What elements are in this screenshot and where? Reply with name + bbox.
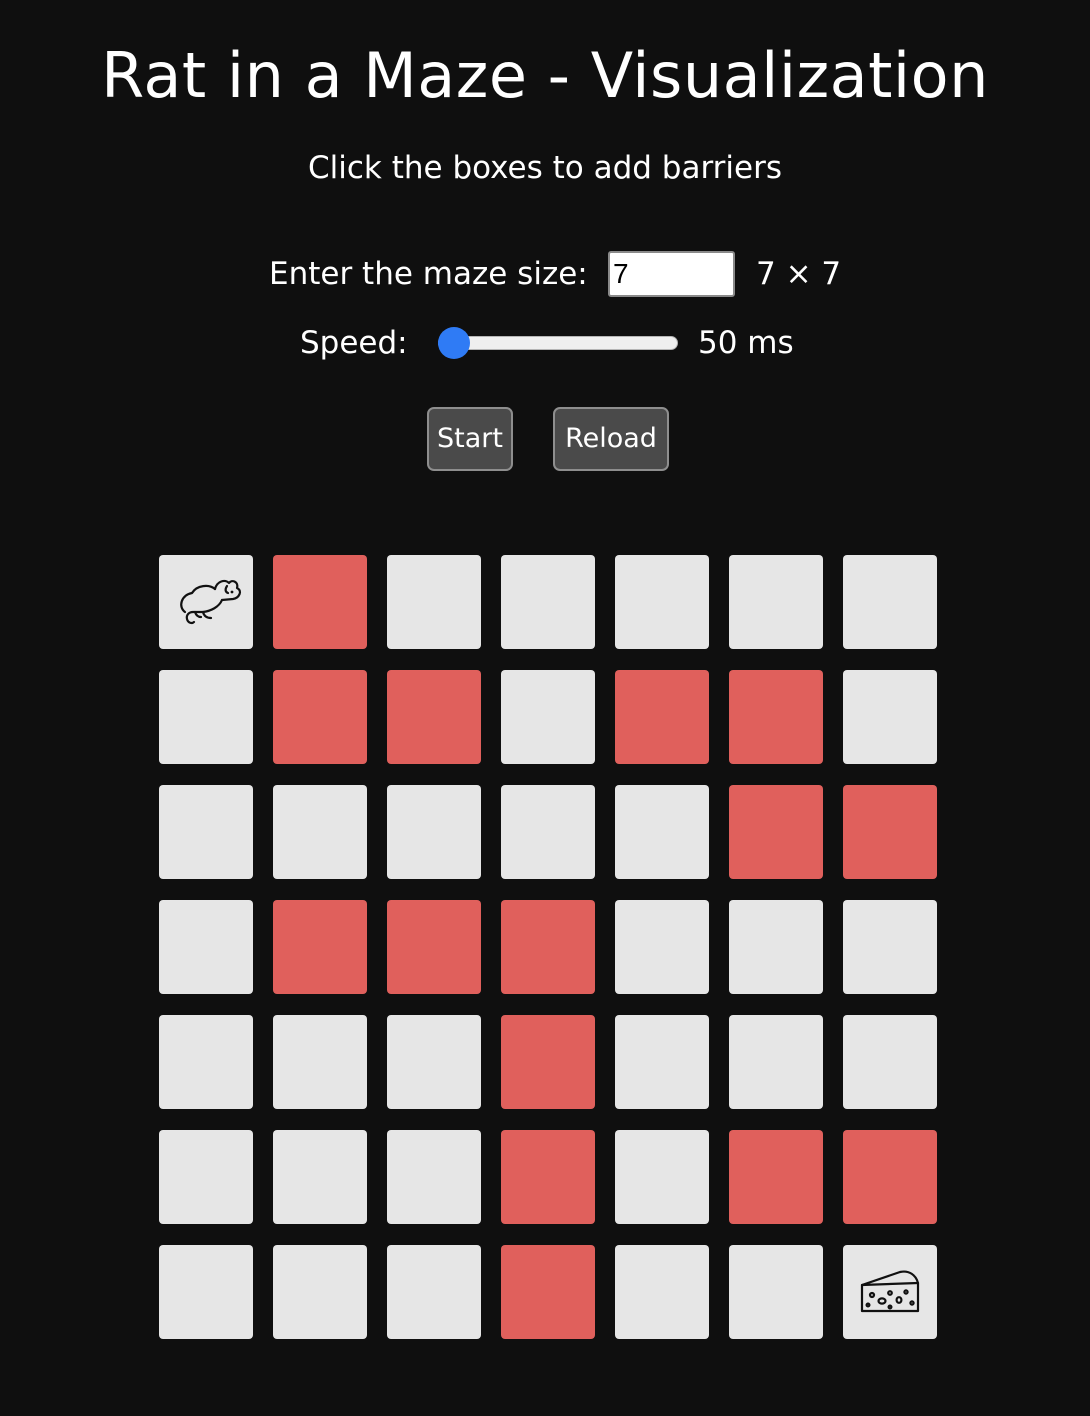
page: Rat in a Maze - Visualization Click the … [0,0,1090,1416]
maze-cell-barrier[interactable] [387,900,481,994]
speed-row: Speed: 50 ms [0,318,1090,368]
maze-cell-barrier[interactable] [387,670,481,764]
maze-cell-open[interactable] [387,555,481,649]
maze-cell-barrier[interactable] [501,1015,595,1109]
maze-cell-open[interactable] [729,555,823,649]
maze-cell-open[interactable] [501,670,595,764]
maze-cell-open[interactable] [501,785,595,879]
maze-cell-open[interactable] [729,1015,823,1109]
speed-slider-thumb[interactable] [438,327,470,359]
maze-cell-open[interactable] [615,1245,709,1339]
maze-cell-open[interactable] [387,1015,481,1109]
maze-size-input[interactable] [608,251,735,297]
maze-cell-barrier[interactable] [501,900,595,994]
cheese-icon [843,1245,937,1339]
maze-cell-barrier[interactable] [843,1130,937,1224]
maze-cell-open[interactable] [273,1015,367,1109]
maze-cell-open[interactable] [387,785,481,879]
maze-cell-barrier[interactable] [273,555,367,649]
maze-cell-open[interactable] [615,555,709,649]
maze-cell-open[interactable] [273,1245,367,1339]
maze-cell-barrier[interactable] [273,900,367,994]
maze-cell-open[interactable] [159,1130,253,1224]
maze-grid [159,555,937,1339]
maze-size-display: 7 × 7 [756,256,842,292]
start-button[interactable]: Start [427,407,513,471]
maze-cell-barrier[interactable] [729,1130,823,1224]
maze-cell-barrier[interactable] [843,785,937,879]
maze-cell-open[interactable] [615,1130,709,1224]
maze-cell-open[interactable] [501,555,595,649]
maze-cell-barrier[interactable] [615,670,709,764]
speed-slider-track[interactable] [438,336,678,350]
maze-cell-open[interactable] [843,555,937,649]
maze-cell-open[interactable] [729,1245,823,1339]
maze-cell-open[interactable] [159,900,253,994]
page-subtitle: Click the boxes to add barriers [308,150,782,186]
maze-cell-open[interactable] [159,785,253,879]
maze-cell-open[interactable] [159,670,253,764]
maze-cell-open[interactable] [159,1245,253,1339]
maze-cell-open[interactable] [387,1245,481,1339]
maze-cell-open[interactable] [843,670,937,764]
maze-cell-open[interactable] [843,900,937,994]
reload-button[interactable]: Reload [553,407,669,471]
maze-cell-open[interactable] [387,1130,481,1224]
maze-cell-open[interactable] [159,1015,253,1109]
maze-cell-open[interactable] [843,1015,937,1109]
maze-cell-open[interactable] [729,900,823,994]
maze-cell-barrier[interactable] [273,670,367,764]
maze-cell-open[interactable] [273,785,367,879]
maze-cell-open[interactable] [615,1015,709,1109]
maze-cell-goal[interactable] [843,1245,937,1339]
maze-size-row: Enter the maze size: 7 × 7 [0,248,1090,300]
maze-cell-open[interactable] [273,1130,367,1224]
maze-cell-barrier[interactable] [729,670,823,764]
maze-cell-barrier[interactable] [501,1245,595,1339]
maze-cell-open[interactable] [615,785,709,879]
speed-slider[interactable] [438,327,678,359]
page-title: Rat in a Maze - Visualization [101,39,989,112]
speed-value: 50 ms [698,325,794,361]
maze-cell-barrier[interactable] [729,785,823,879]
rat-icon [159,555,253,649]
maze-size-label: Enter the maze size: [269,256,588,292]
maze-cell-start[interactable] [159,555,253,649]
maze-cell-barrier[interactable] [501,1130,595,1224]
speed-label: Speed: [300,325,408,361]
maze-cell-open[interactable] [615,900,709,994]
